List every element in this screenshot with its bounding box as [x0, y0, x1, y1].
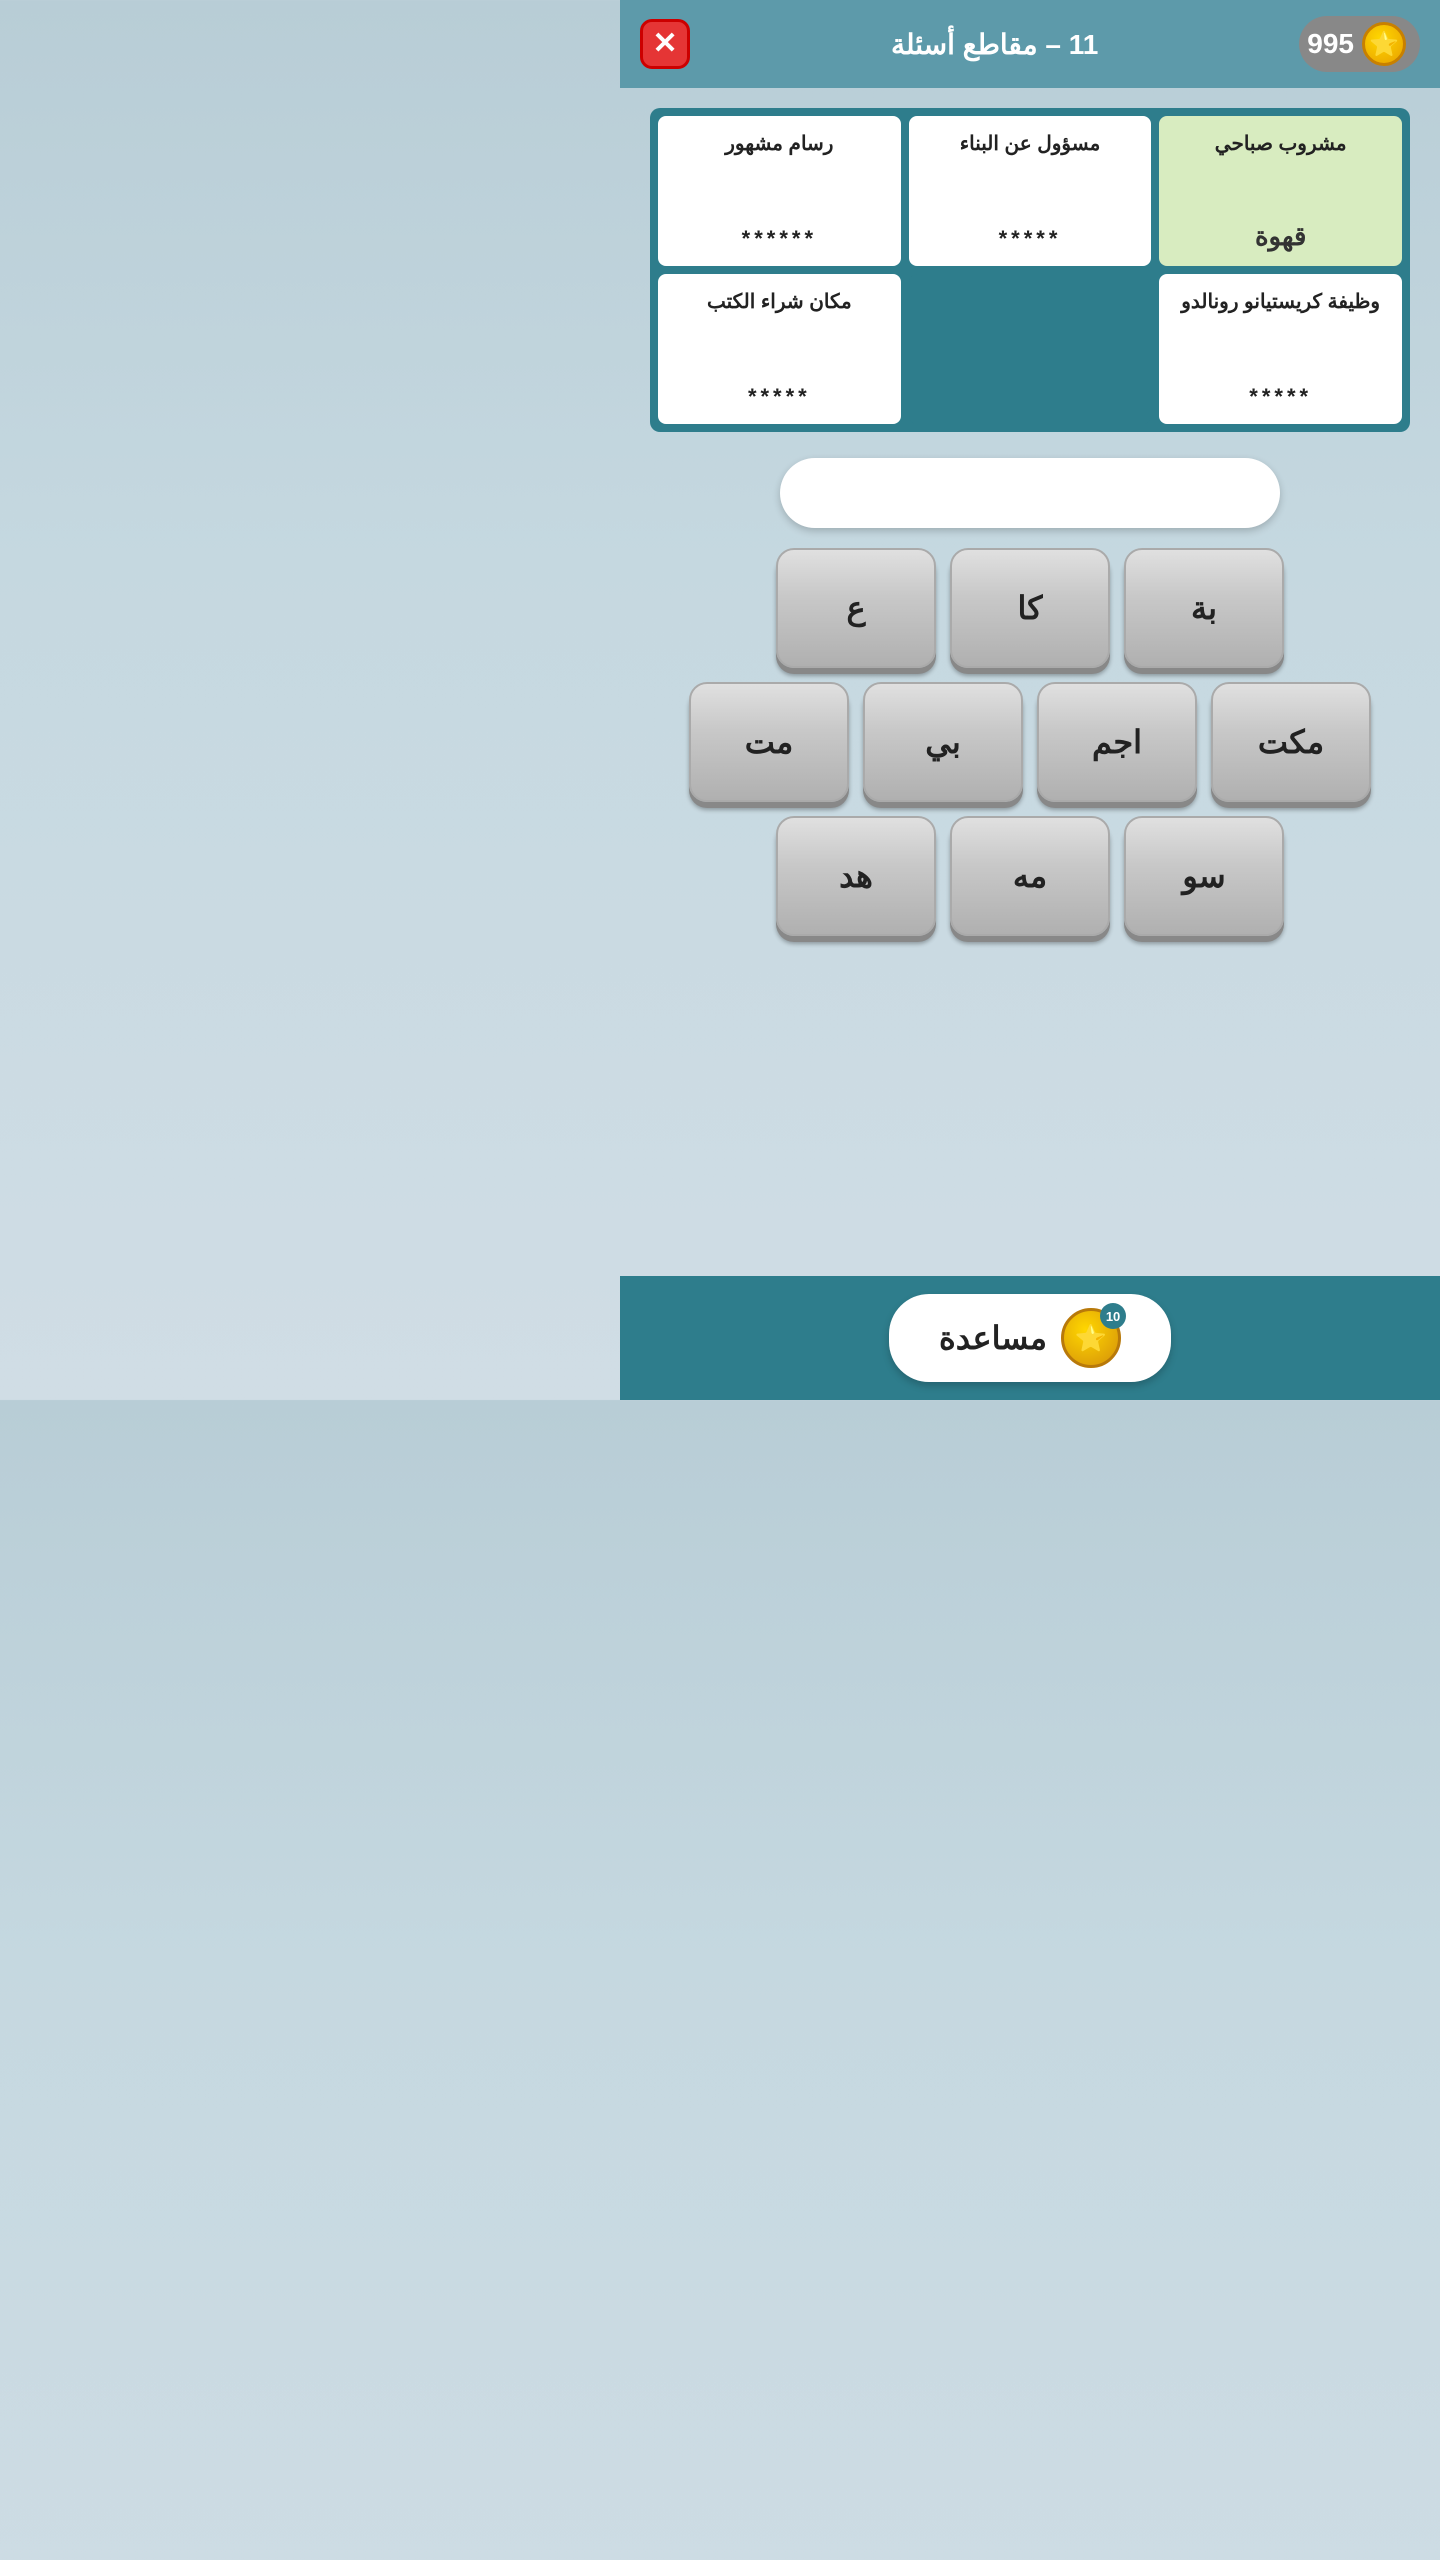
keyboard-row-1: بة كا ع [650, 548, 1410, 668]
cell-2-stars: ***** [999, 226, 1062, 252]
cell-5-stars: ***** [748, 384, 811, 410]
puzzle-cell-5[interactable]: مكان شراء الكتب ***** [658, 274, 901, 424]
score-value: 995 [1307, 28, 1354, 60]
help-coin: ⭐ 10 [1061, 1308, 1121, 1368]
cell-2-clue: مسؤول عن البناء [960, 130, 1101, 158]
puzzle-cell-3[interactable]: رسام مشهور ****** [658, 116, 901, 266]
puzzle-cell-4[interactable]: وظيفة كريستيانو رونالدو ***** [1159, 274, 1402, 424]
letter-btn-ka[interactable]: كا [950, 548, 1110, 668]
letter-btn-mkt[interactable]: مكت [1211, 682, 1371, 802]
score-badge: ⭐ 995 [1299, 16, 1420, 72]
cell-1-answer: قهوة [1255, 221, 1306, 252]
cell-4-clue: وظيفة كريستيانو رونالدو [1181, 288, 1380, 316]
coin-star-icon: ⭐ [1075, 1323, 1107, 1354]
cell-4-stars: ***** [1249, 384, 1312, 410]
letter-btn-ain[interactable]: ع [776, 548, 936, 668]
help-bar: ⭐ 10 مساعدة [620, 1276, 1440, 1400]
cell-3-clue: رسام مشهور [725, 130, 833, 158]
close-icon: ✕ [652, 29, 677, 59]
letter-btn-sw[interactable]: سو [1124, 816, 1284, 936]
letter-btn-mh[interactable]: مه [950, 816, 1110, 936]
cell-5-clue: مكان شراء الكتب [707, 288, 852, 316]
keyboard-row-2: مكت اجم بي مت [650, 682, 1410, 802]
puzzle-cell-empty [909, 274, 1152, 424]
keyboard-row-3: سو مه هد [650, 816, 1410, 936]
header: ⭐ 995 11 – مقاطع أسئلة ✕ [620, 0, 1440, 88]
star-icon: ⭐ [1362, 22, 1406, 66]
keyboard: بة كا ع مكت اجم بي مت سو مه هد [650, 548, 1410, 936]
letter-btn-ba[interactable]: بة [1124, 548, 1284, 668]
puzzle-cell-1[interactable]: مشروب صباحي قهوة [1159, 116, 1402, 266]
close-button[interactable]: ✕ [640, 19, 690, 69]
help-coin-count: 10 [1100, 1303, 1126, 1329]
puzzle-cell-2[interactable]: مسؤول عن البناء ***** [909, 116, 1152, 266]
help-label: مساعدة [939, 1319, 1047, 1357]
page-title: 11 – مقاطع أسئلة [690, 28, 1299, 61]
letter-btn-ajm[interactable]: اجم [1037, 682, 1197, 802]
letter-btn-mt[interactable]: مت [689, 682, 849, 802]
cell-3-stars: ****** [742, 226, 817, 252]
cell-1-clue: مشروب صباحي [1215, 130, 1347, 158]
puzzle-grid: مشروب صباحي قهوة مسؤول عن البناء ***** ر… [650, 108, 1410, 432]
letter-btn-bi[interactable]: بي [863, 682, 1023, 802]
answer-input[interactable] [780, 458, 1280, 528]
letter-btn-hd[interactable]: هد [776, 816, 936, 936]
help-button[interactable]: ⭐ 10 مساعدة [889, 1294, 1171, 1382]
